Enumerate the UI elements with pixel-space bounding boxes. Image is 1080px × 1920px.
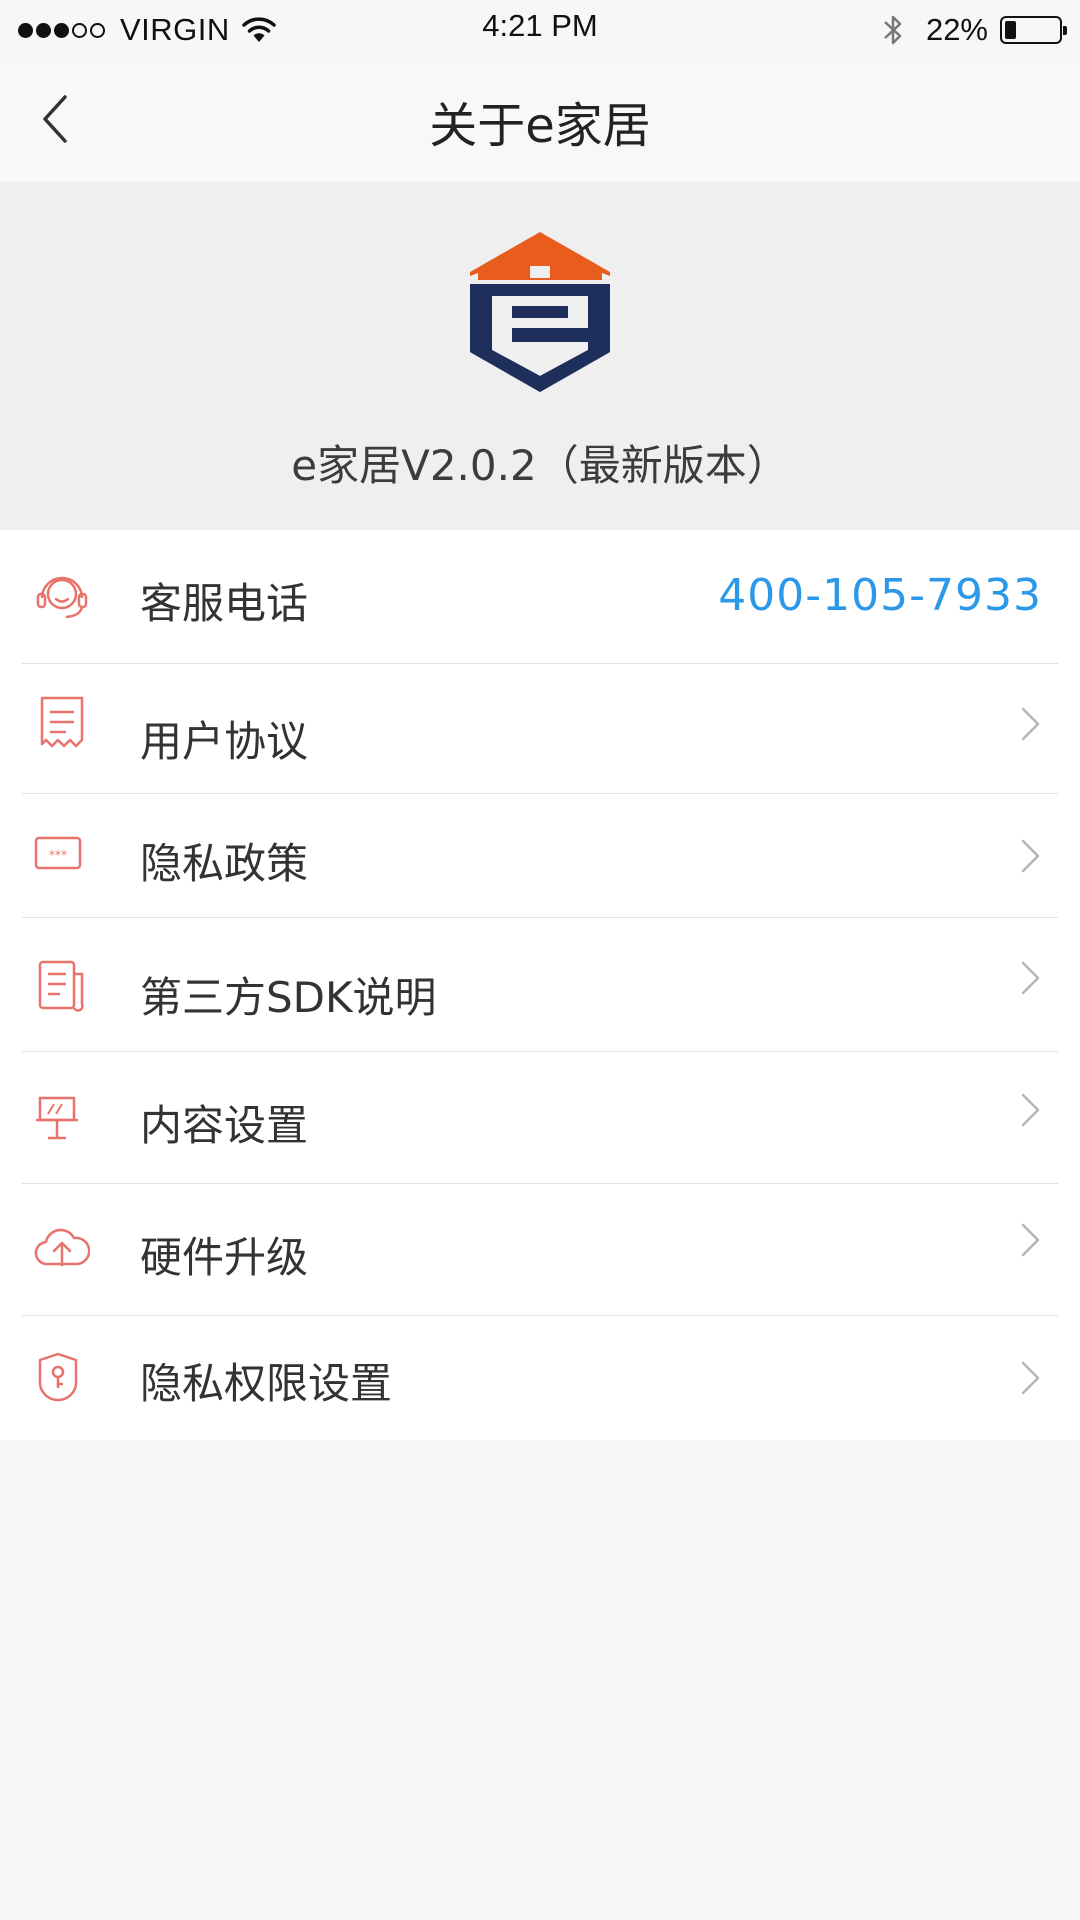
content-settings-row[interactable]: 内容设置 xyxy=(0,1052,1080,1184)
e-home-logo xyxy=(470,232,610,392)
status-bar: VIRGIN 4:21 PM 22% xyxy=(0,0,1080,60)
menu-item-label: 第三方SDK说明 xyxy=(140,973,437,1022)
navigation-bar: 关于e家居 xyxy=(0,60,1080,182)
menu-item-label: 用户协议 xyxy=(140,717,309,766)
chevron-right-icon xyxy=(1021,839,1040,873)
user-agreement-row[interactable]: 用户协议 xyxy=(0,664,1080,794)
battery-level-fill xyxy=(1005,21,1016,39)
menu-item-label: 硬件升级 xyxy=(140,1233,309,1282)
shield-key-icon xyxy=(38,1352,78,1402)
third-party-sdk-row[interactable]: 第三方SDK说明 xyxy=(0,918,1080,1052)
privacy-permission-row[interactable]: 隐私权限设置 xyxy=(0,1316,1080,1440)
cloud-upload-icon xyxy=(34,1228,90,1266)
battery-percentage: 22% xyxy=(925,12,988,47)
chevron-right-icon xyxy=(1021,1223,1040,1257)
chevron-right-icon xyxy=(1021,707,1040,741)
customer-service-row[interactable]: 客服电话 400-105-7933 xyxy=(0,530,1080,664)
easel-icon xyxy=(36,1096,78,1140)
menu-item-label: 隐私政策 xyxy=(140,839,309,888)
svg-text:***: *** xyxy=(49,848,67,862)
receipt-icon xyxy=(40,696,84,748)
document-icon xyxy=(38,960,84,1012)
about-header: e家居V2.0.2（最新版本） xyxy=(0,182,1080,530)
bluetooth-icon xyxy=(884,15,902,45)
password-icon: *** xyxy=(34,836,82,870)
chevron-right-icon xyxy=(1021,961,1040,995)
headset-icon xyxy=(36,576,88,619)
chevron-right-icon xyxy=(1021,1093,1040,1127)
about-menu-list: 客服电话 400-105-7933 用户协议 *** 隐私政策 第三方SDK说明… xyxy=(0,530,1080,1440)
page-title: 关于e家居 xyxy=(429,98,651,154)
menu-item-label: 客服电话 xyxy=(140,579,309,628)
menu-item-label: 隐私权限设置 xyxy=(140,1359,393,1408)
chevron-right-icon xyxy=(1021,1361,1040,1395)
privacy-policy-row[interactable]: *** 隐私政策 xyxy=(0,794,1080,918)
hardware-upgrade-row[interactable]: 硬件升级 xyxy=(0,1184,1080,1316)
phone-number-link[interactable]: 400-105-7933 xyxy=(718,570,1042,621)
app-version: e家居V2.0.2（最新版本） xyxy=(291,441,789,490)
menu-item-label: 内容设置 xyxy=(140,1101,309,1150)
battery-icon xyxy=(1000,16,1067,44)
